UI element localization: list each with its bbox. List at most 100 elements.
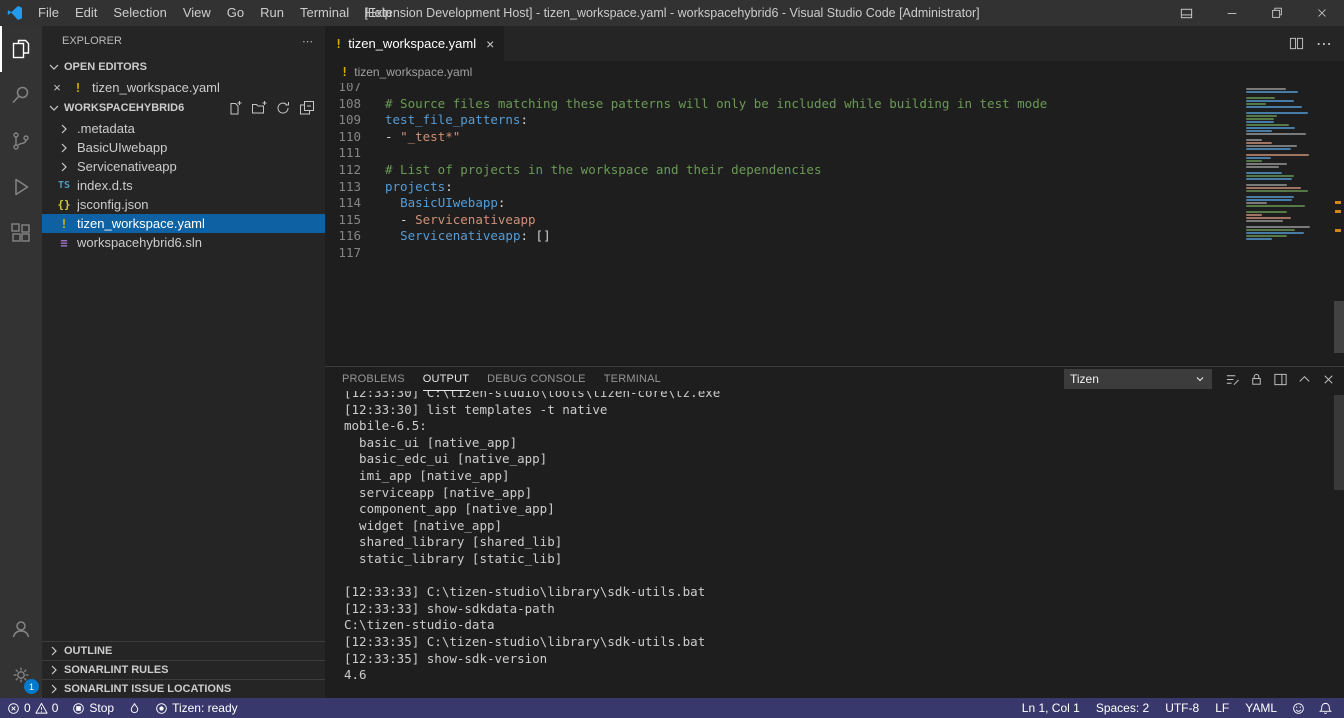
output-channel-select[interactable]: Tizen — [1064, 369, 1212, 389]
chevron-right-icon — [56, 140, 72, 156]
tree-item-jsconfig-json[interactable]: {}jsconfig.json — [42, 195, 325, 214]
cursor-position[interactable]: Ln 1, Col 1 — [1014, 701, 1088, 715]
sln-file-icon: ≡ — [56, 236, 72, 250]
code-line[interactable]: 112# List of projects in the workspace a… — [325, 162, 1344, 179]
section-sonarlint-issue-locations[interactable]: SONARLINT ISSUE LOCATIONS — [42, 679, 325, 698]
tab-label: tizen_workspace.yaml — [348, 36, 476, 51]
warning-icon — [35, 702, 48, 715]
chevron-right-icon — [56, 121, 72, 137]
notifications-bell[interactable] — [1312, 698, 1344, 718]
panel-scrollbar[interactable] — [1334, 395, 1344, 490]
editor-more-icon[interactable]: ⋯ — [1316, 34, 1332, 54]
sonarlint-status[interactable] — [121, 698, 148, 718]
lock-icon[interactable] — [1249, 372, 1264, 387]
output-line: mobile-6.5: — [344, 418, 1344, 435]
source-control-icon[interactable] — [0, 118, 42, 164]
explorer-sidebar: EXPLORER ⋯ OPEN EDITORS ×!tizen_workspac… — [42, 26, 325, 698]
menu-run[interactable]: Run — [252, 0, 292, 26]
stop-button[interactable]: Stop — [65, 698, 121, 718]
code-line[interactable]: 113projects: — [325, 179, 1344, 196]
panel-tab-debug-console[interactable]: DEBUG CONSOLE — [487, 367, 586, 391]
minimap[interactable] — [1242, 85, 1330, 243]
new-file-icon[interactable] — [227, 100, 243, 116]
open-panel-editor-icon[interactable] — [1273, 372, 1288, 387]
code-line[interactable]: 109test_file_patterns: — [325, 112, 1344, 129]
close-editor-icon[interactable]: × — [50, 80, 64, 95]
language-mode[interactable]: YAML — [1237, 701, 1285, 715]
settings-gear-icon[interactable]: 1 — [0, 652, 42, 698]
panel-tab-output[interactable]: OUTPUT — [423, 367, 469, 391]
extensions-icon[interactable] — [0, 210, 42, 256]
tree-item-index-d-ts[interactable]: TSindex.d.ts — [42, 176, 325, 195]
menu-terminal[interactable]: Terminal — [292, 0, 357, 26]
code-line[interactable]: 107 — [325, 83, 1344, 96]
code-line[interactable]: 114 BasicUIwebapp: — [325, 195, 1344, 212]
editor-scrollbar[interactable] — [1334, 301, 1344, 353]
section-outline[interactable]: OUTLINE — [42, 641, 325, 660]
file-name: workspacehybrid6.sln — [77, 235, 202, 250]
split-editor-icon[interactable] — [1289, 36, 1304, 51]
code-line[interactable]: 111 — [325, 145, 1344, 162]
menu-view[interactable]: View — [175, 0, 219, 26]
tree-item-basicuiwebapp[interactable]: BasicUIwebapp — [42, 138, 325, 157]
tree-item-workspacehybrid6-sln[interactable]: ≡ workspacehybrid6.sln — [42, 233, 325, 252]
panel-tab-terminal[interactable]: TERMINAL — [604, 367, 661, 391]
panel-tab-problems[interactable]: PROBLEMS — [342, 367, 405, 391]
new-folder-icon[interactable] — [251, 100, 267, 116]
eol[interactable]: LF — [1207, 701, 1237, 715]
problems-status[interactable]: 0 0 — [0, 698, 65, 718]
output-console[interactable]: [12:33:30] C:\tizen-studio\tools\tizen-c… — [325, 391, 1344, 698]
close-panel-icon[interactable] — [1321, 372, 1336, 387]
tree-item-servicenativeapp[interactable]: Servicenativeapp — [42, 157, 325, 176]
warning-count: 0 — [52, 701, 59, 715]
close-tab-icon[interactable]: × — [486, 36, 494, 52]
clear-output-icon[interactable] — [1225, 372, 1240, 387]
collapse-all-icon[interactable] — [299, 100, 315, 116]
indentation[interactable]: Spaces: 2 — [1088, 701, 1157, 715]
account-icon[interactable] — [0, 606, 42, 652]
line-number: 112 — [325, 162, 361, 179]
close-window-button[interactable] — [1299, 0, 1344, 26]
menu-selection[interactable]: Selection — [105, 0, 174, 26]
maximize-panel-icon[interactable] — [1297, 372, 1312, 387]
menu-file[interactable]: File — [30, 0, 67, 26]
code-line[interactable]: 115 - Servicenativeapp — [325, 212, 1344, 229]
menu-go[interactable]: Go — [219, 0, 252, 26]
tab-tizen-workspace-yaml[interactable]: ! tizen_workspace.yaml × — [325, 26, 505, 61]
encoding[interactable]: UTF-8 — [1157, 701, 1207, 715]
code-line[interactable]: 108# Source files matching these pattern… — [325, 96, 1344, 113]
restore-button[interactable] — [1254, 0, 1299, 26]
workspace-header[interactable]: WORKSPACEHYBRID6 — [42, 97, 325, 119]
feedback-icon[interactable] — [1285, 698, 1312, 718]
code-line[interactable]: 110- "_test*" — [325, 129, 1344, 146]
tree-item-tizen-workspace-yaml[interactable]: !tizen_workspace.yaml — [42, 214, 325, 233]
code-line[interactable]: 116 Servicenativeapp: [] — [325, 228, 1344, 245]
token: - — [385, 212, 415, 227]
layout-toggle-icon[interactable] — [1164, 0, 1209, 26]
open-editors-header[interactable]: OPEN EDITORS — [42, 56, 325, 78]
minimize-button[interactable] — [1209, 0, 1254, 26]
window-controls — [1164, 0, 1344, 26]
code-line[interactable]: 117 — [325, 245, 1344, 262]
refresh-icon[interactable] — [275, 100, 291, 116]
code-editor[interactable]: 107108# Source files matching these patt… — [325, 83, 1344, 366]
status-right: Ln 1, Col 1Spaces: 2UTF-8LFYAML — [1014, 701, 1285, 715]
menu-edit[interactable]: Edit — [67, 0, 105, 26]
file-name: jsconfig.json — [77, 197, 149, 212]
run-debug-icon[interactable] — [0, 164, 42, 210]
tizen-status[interactable]: Tizen: ready — [148, 698, 245, 718]
explorer-more-icon[interactable]: ⋯ — [302, 35, 313, 48]
warning-file-icon: ! — [341, 65, 348, 79]
open-editor-item[interactable]: ×!tizen_workspace.yaml — [42, 78, 325, 97]
breadcrumb-file[interactable]: tizen_workspace.yaml — [354, 65, 472, 79]
output-line — [344, 568, 1344, 585]
output-channel-value: Tizen — [1070, 372, 1099, 386]
explorer-icon[interactable] — [0, 26, 42, 72]
file-name: Servicenativeapp — [77, 159, 177, 174]
tree-item-metadata[interactable]: .metadata — [42, 119, 325, 138]
section-sonarlint-rules[interactable]: SONARLINT RULES — [42, 660, 325, 679]
search-icon[interactable] — [0, 72, 42, 118]
breadcrumb[interactable]: ! tizen_workspace.yaml — [325, 61, 1344, 83]
line-number: 109 — [325, 112, 361, 129]
section-label: SONARLINT ISSUE LOCATIONS — [64, 683, 231, 695]
